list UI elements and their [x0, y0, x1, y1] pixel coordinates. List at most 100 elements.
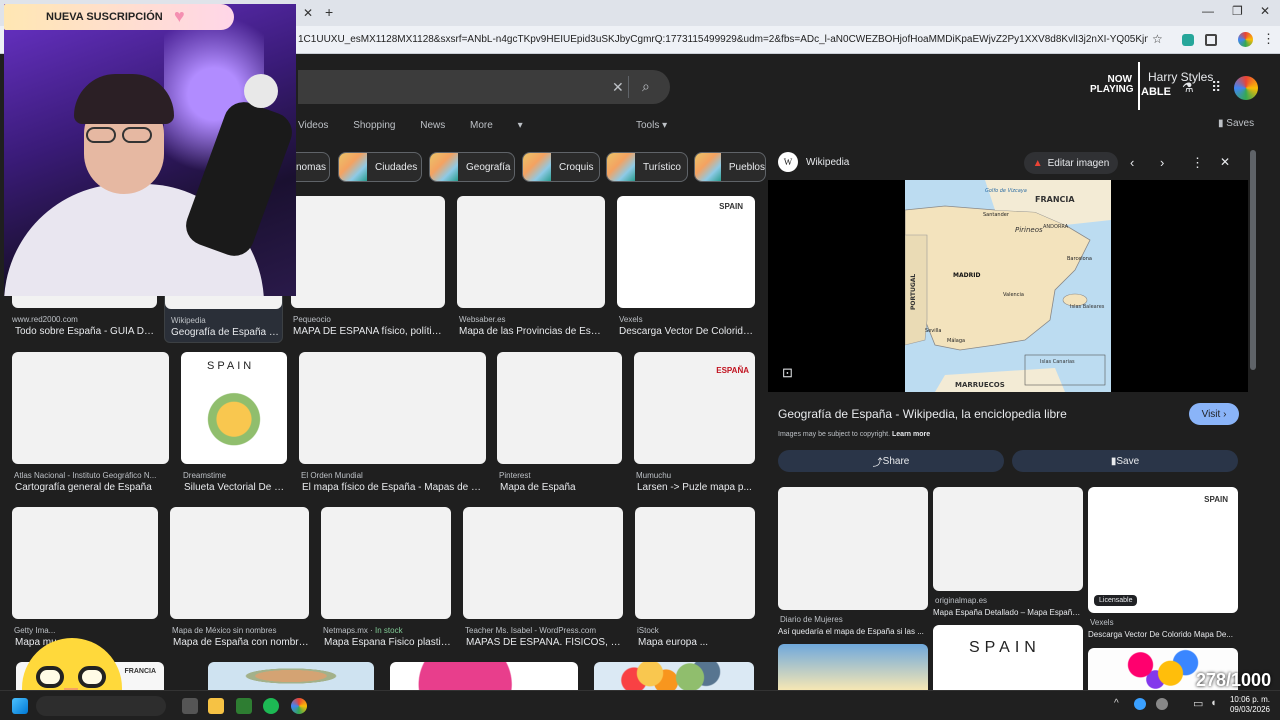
- result-title[interactable]: El mapa físico de España - Mapas de El .…: [302, 482, 486, 493]
- close-panel-icon[interactable]: ✕: [1220, 155, 1230, 169]
- related-card[interactable]: Diario de Mujeres Así quedaría el mapa d…: [778, 487, 928, 637]
- apps-grid-icon[interactable]: ⠿: [1211, 79, 1221, 96]
- result-image[interactable]: [299, 352, 486, 464]
- spotify-icon[interactable]: [263, 698, 279, 714]
- lens-search-icon[interactable]: ⊡: [782, 365, 793, 381]
- related-image[interactable]: [933, 487, 1083, 591]
- maximize-icon[interactable]: ❐: [1232, 4, 1243, 18]
- result-card[interactable]: iStock Mapa europa ...: [635, 507, 755, 652]
- close-tab-icon[interactable]: ✕: [303, 6, 313, 20]
- labs-flask-icon[interactable]: ⚗: [1182, 80, 1194, 96]
- result-image[interactable]: SPAIN: [181, 352, 287, 464]
- search-box[interactable]: ✕ ⌕: [298, 70, 670, 104]
- excel-icon[interactable]: [236, 698, 252, 714]
- result-title[interactable]: Mapa Espana Fisico plastific...: [324, 637, 451, 648]
- result-image[interactable]: [170, 507, 309, 619]
- bookmark-star-icon[interactable]: ☆: [1152, 32, 1163, 46]
- result-card[interactable]: SPAIN Dreamstime Silueta Vectorial De M.…: [181, 352, 287, 497]
- result-title[interactable]: Geografía de España - ...: [171, 327, 281, 338]
- menu-dots-icon[interactable]: ⋮: [1262, 31, 1275, 47]
- related-image-partial[interactable]: [778, 644, 928, 690]
- preview-map-image[interactable]: FRANCIA ANDORRA PORTUGAL MADRID MARRUECO…: [905, 180, 1111, 392]
- chip-pueblos[interactable]: Pueblos: [694, 152, 766, 182]
- result-title[interactable]: Cartografía general de España: [15, 482, 169, 493]
- taskbar-search-input[interactable]: [36, 696, 166, 716]
- tab-videos[interactable]: Videos: [298, 120, 328, 131]
- tab-shopping[interactable]: Shopping: [353, 120, 395, 131]
- learn-more-link[interactable]: Learn more: [892, 431, 930, 438]
- result-card[interactable]: Atlas Nacional - Instituto Geográfico N.…: [12, 352, 169, 497]
- result-image[interactable]: SPAIN: [617, 196, 755, 308]
- chip-geografia[interactable]: Geografía: [429, 152, 515, 182]
- tools-button[interactable]: Tools ▾: [636, 120, 667, 131]
- windows-start-icon[interactable]: [12, 698, 28, 714]
- result-card[interactable]: Teacher Ms. Isabel - WordPress.com MAPAS…: [463, 507, 623, 652]
- clear-search-icon[interactable]: ✕: [612, 79, 624, 96]
- tray-app-icon[interactable]: [1134, 698, 1146, 710]
- related-image-partial[interactable]: SPAIN: [933, 625, 1083, 690]
- result-image-partial[interactable]: [594, 662, 754, 690]
- result-card[interactable]: Pequeocio MAPA DE ESPAÑA físico, polític…: [291, 196, 445, 341]
- profile-avatar-icon[interactable]: [1238, 32, 1253, 47]
- result-image[interactable]: [12, 352, 169, 464]
- result-title[interactable]: Mapa de España: [500, 482, 622, 493]
- account-avatar-icon[interactable]: [1234, 76, 1258, 100]
- clock[interactable]: 10:06 p. m. 09/03/2026: [1228, 695, 1270, 715]
- next-icon[interactable]: ›: [1160, 155, 1164, 170]
- result-image[interactable]: [12, 507, 158, 619]
- related-card[interactable]: SPAIN Licensable Vexels Descarga Vector …: [1088, 487, 1238, 642]
- result-title[interactable]: Mapa de España con nombre ...: [173, 637, 309, 648]
- new-tab-icon[interactable]: +: [325, 4, 333, 20]
- related-card[interactable]: originalmap.es Mapa España Detallado – M…: [933, 487, 1083, 622]
- chip-ciudades[interactable]: Ciudades: [338, 152, 422, 182]
- related-title[interactable]: Así quedaría el mapa de España si las ..…: [778, 627, 928, 636]
- tab-more[interactable]: More ▾: [470, 120, 523, 131]
- result-image[interactable]: [457, 196, 605, 308]
- result-image[interactable]: [321, 507, 451, 619]
- task-view-icon[interactable]: [182, 698, 198, 714]
- search-icon[interactable]: ⌕: [642, 78, 650, 95]
- result-title[interactable]: Larsen -> Puzle mapa p...: [637, 482, 755, 493]
- result-title[interactable]: Descarga Vector De Colorido ...: [619, 326, 755, 337]
- chip-turistico[interactable]: Turístico: [606, 152, 688, 182]
- result-title[interactable]: Mapa de las Provincias de España: [459, 326, 605, 337]
- tab-news[interactable]: News: [420, 120, 445, 131]
- result-card[interactable]: Websaber.es Mapa de las Provincias de Es…: [457, 196, 605, 341]
- extensions-puzzle-icon[interactable]: [1205, 34, 1217, 46]
- more-options-icon[interactable]: ⋮: [1191, 155, 1204, 171]
- share-button[interactable]: ⤴ Share: [778, 450, 1004, 472]
- result-card[interactable]: Mapa de México sin nombres Mapa de Españ…: [170, 507, 309, 652]
- result-image[interactable]: ESPAÑA: [634, 352, 755, 464]
- chip-croquis[interactable]: Croquis: [522, 152, 600, 182]
- related-image[interactable]: [778, 487, 928, 610]
- result-image[interactable]: [497, 352, 622, 464]
- extension-icon[interactable]: [1182, 34, 1194, 46]
- save-button[interactable]: ▮ Save: [1012, 450, 1238, 472]
- chrome-icon[interactable]: [291, 698, 307, 714]
- previous-icon[interactable]: ‹: [1130, 155, 1134, 170]
- result-image[interactable]: [291, 196, 445, 308]
- url-field[interactable]: 1C1UUXU_esMX1128MX1128&sxsrf=ANbL-n4gcTK…: [298, 31, 1148, 49]
- panel-scrollbar[interactable]: [1250, 150, 1256, 370]
- result-image-partial[interactable]: [208, 662, 374, 690]
- result-image[interactable]: [635, 507, 755, 619]
- file-explorer-icon[interactable]: [208, 698, 224, 714]
- result-card[interactable]: Pinterest Mapa de España: [497, 352, 622, 497]
- result-card[interactable]: SPAIN Vexels Descarga Vector De Colorido…: [617, 196, 755, 341]
- panel-source[interactable]: Wikipedia: [806, 157, 849, 168]
- visit-button[interactable]: Visit ›: [1189, 403, 1239, 425]
- minimize-icon[interactable]: —: [1202, 4, 1214, 18]
- tray-chevron-icon[interactable]: ^: [1114, 698, 1119, 709]
- network-icon[interactable]: ▭: [1193, 697, 1203, 710]
- result-card[interactable]: Getty Ima... Mapa mu...: [12, 507, 158, 652]
- panel-title[interactable]: Geografía de España - Wikipedia, la enci…: [778, 407, 1178, 421]
- related-title[interactable]: Descarga Vector De Colorido Mapa De...: [1088, 630, 1238, 639]
- volume-icon[interactable]: ◖: [1210, 697, 1217, 709]
- tray-app-icon[interactable]: [1156, 698, 1168, 710]
- result-title[interactable]: Mapa europa ...: [638, 637, 755, 648]
- chip-nomas[interactable]: nomas: [294, 152, 330, 182]
- result-title[interactable]: Todo sobre España - GUÍA DE ...: [15, 326, 157, 337]
- result-card[interactable]: El Orden Mundial El mapa físico de Españ…: [299, 352, 486, 497]
- result-card[interactable]: Netmaps.mx · In stock Mapa Espana Fisico…: [321, 507, 451, 652]
- result-title[interactable]: MAPA DE ESPAÑA físico, político ...: [293, 326, 443, 337]
